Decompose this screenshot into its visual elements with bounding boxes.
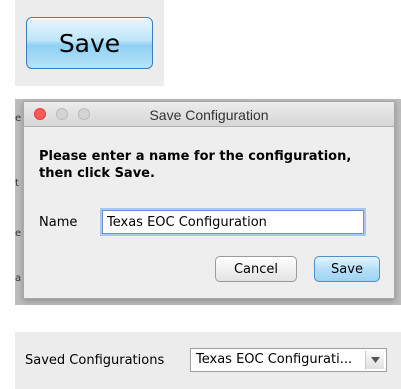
- save-configuration-dialog: Save Configuration Please enter a name f…: [23, 101, 395, 299]
- saved-configurations-dropdown[interactable]: Texas EOC Configurati...: [190, 348, 387, 372]
- save-button-panel: Save: [15, 0, 164, 86]
- dialog-titlebar: Save Configuration: [24, 102, 394, 127]
- dialog-panel: e t e a Save Configuration Please enter …: [15, 99, 401, 305]
- save-button-large[interactable]: Save: [26, 17, 153, 69]
- prompt-line-1: Please enter a name for the configuratio…: [39, 149, 352, 164]
- prompt-line-2: then click Save.: [39, 166, 155, 181]
- background-fragment: e: [15, 228, 22, 239]
- dialog-title: Save Configuration: [149, 107, 269, 123]
- configuration-name-input[interactable]: [102, 210, 364, 234]
- background-fragment: a: [15, 273, 22, 284]
- background-fragment: e: [15, 113, 22, 124]
- dialog-prompt: Please enter a name for the configuratio…: [39, 148, 379, 182]
- saved-configurations-label: Saved Configurations: [25, 353, 165, 368]
- saved-configurations-panel: Saved Configurations Texas EOC Configura…: [15, 332, 401, 389]
- cancel-button[interactable]: Cancel: [215, 256, 297, 282]
- background-fragment: t: [15, 178, 19, 189]
- chevron-down-icon[interactable]: [365, 351, 384, 369]
- dropdown-selected-value: Texas EOC Configurati...: [196, 352, 353, 367]
- name-field-label: Name: [39, 215, 78, 230]
- save-button[interactable]: Save: [314, 256, 380, 282]
